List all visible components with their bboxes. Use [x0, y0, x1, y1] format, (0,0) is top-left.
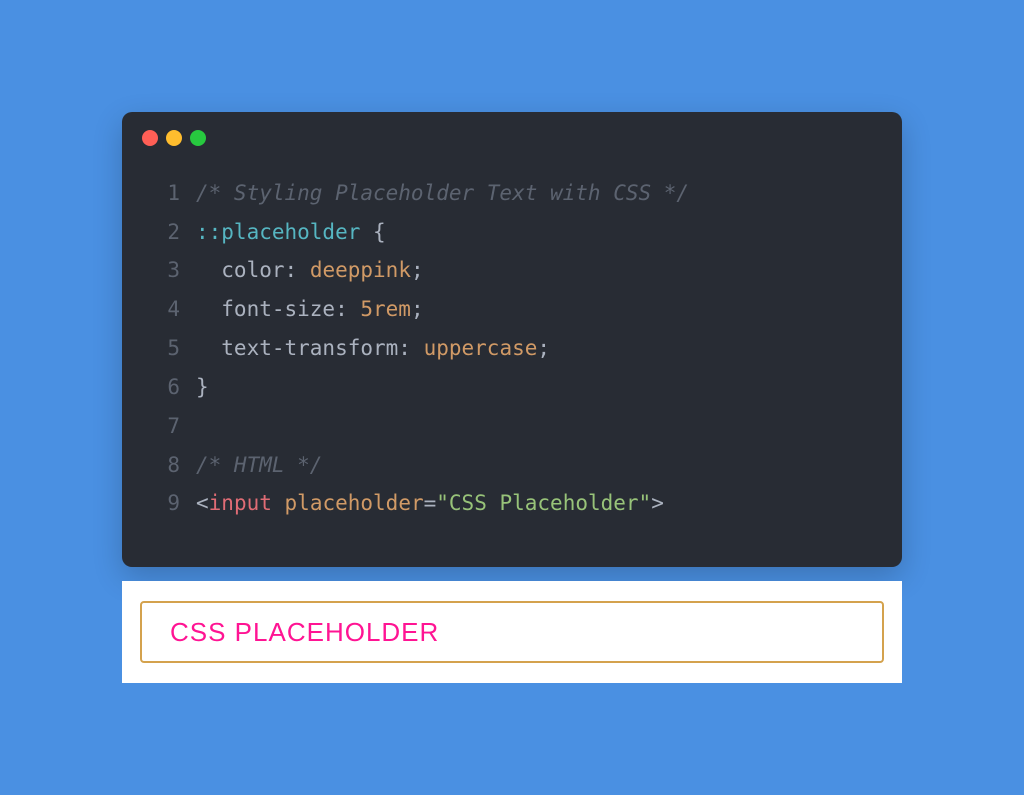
preview-panel	[122, 581, 902, 683]
code-line: 8 /* HTML */	[152, 446, 872, 485]
code-token: {	[360, 220, 385, 244]
code-line: 5 text-transform: uppercase;	[152, 329, 872, 368]
line-number: 7	[152, 407, 180, 446]
line-number: 3	[152, 251, 180, 290]
code-line: 9 <input placeholder="CSS Placeholder">	[152, 484, 872, 523]
code-line: 3 color: deeppink;	[152, 251, 872, 290]
code-token: ;	[411, 297, 424, 321]
line-text	[196, 407, 872, 446]
code-token: uppercase	[424, 336, 538, 360]
line-number: 9	[152, 484, 180, 523]
code-token: >	[651, 491, 664, 515]
code-token: /* HTML */	[196, 453, 322, 477]
code-token: text-transform	[196, 336, 398, 360]
line-number: 5	[152, 329, 180, 368]
line-text: text-transform: uppercase;	[196, 329, 872, 368]
code-token: "CSS Placeholder"	[436, 491, 651, 515]
code-token: <	[196, 491, 209, 515]
line-text: /* Styling Placeholder Text with CSS */	[196, 174, 872, 213]
code-line: 4 font-size: 5rem;	[152, 290, 872, 329]
code-token: }	[196, 375, 209, 399]
code-line: 6}	[152, 368, 872, 407]
code-token: /* Styling Placeholder Text with CSS */	[196, 181, 689, 205]
code-content: 1 /* Styling Placeholder Text with CSS */…	[122, 156, 902, 568]
line-text: /* HTML */	[196, 446, 872, 485]
line-number: 8	[152, 446, 180, 485]
close-icon[interactable]	[142, 130, 158, 146]
line-text: font-size: 5rem;	[196, 290, 872, 329]
code-token: input	[209, 491, 272, 515]
line-text: color: deeppink;	[196, 251, 872, 290]
code-token: =	[424, 491, 437, 515]
line-number: 2	[152, 213, 180, 252]
code-token: ;	[411, 258, 424, 282]
line-text: ::placeholder {	[196, 213, 872, 252]
code-token: font-size	[196, 297, 335, 321]
code-token: color	[196, 258, 285, 282]
code-token	[272, 491, 285, 515]
line-text: <input placeholder="CSS Placeholder">	[196, 484, 872, 523]
line-number: 1	[152, 174, 180, 213]
line-text: }	[196, 368, 872, 407]
code-editor-window: 1 /* Styling Placeholder Text with CSS */…	[122, 112, 902, 568]
code-line: 7	[152, 407, 872, 446]
preview-input[interactable]	[140, 601, 884, 663]
code-line: 2::placeholder {	[152, 213, 872, 252]
code-token: :	[335, 297, 360, 321]
line-number: 6	[152, 368, 180, 407]
code-token: deeppink	[310, 258, 411, 282]
code-token: 5rem	[360, 297, 411, 321]
code-token: ;	[537, 336, 550, 360]
line-number: 4	[152, 290, 180, 329]
code-token: placeholder	[285, 491, 424, 515]
code-token: ::placeholder	[196, 220, 360, 244]
window-controls	[122, 112, 902, 156]
minimize-icon[interactable]	[166, 130, 182, 146]
maximize-icon[interactable]	[190, 130, 206, 146]
code-token: :	[398, 336, 423, 360]
code-line: 1 /* Styling Placeholder Text with CSS */	[152, 174, 872, 213]
code-token: :	[285, 258, 310, 282]
